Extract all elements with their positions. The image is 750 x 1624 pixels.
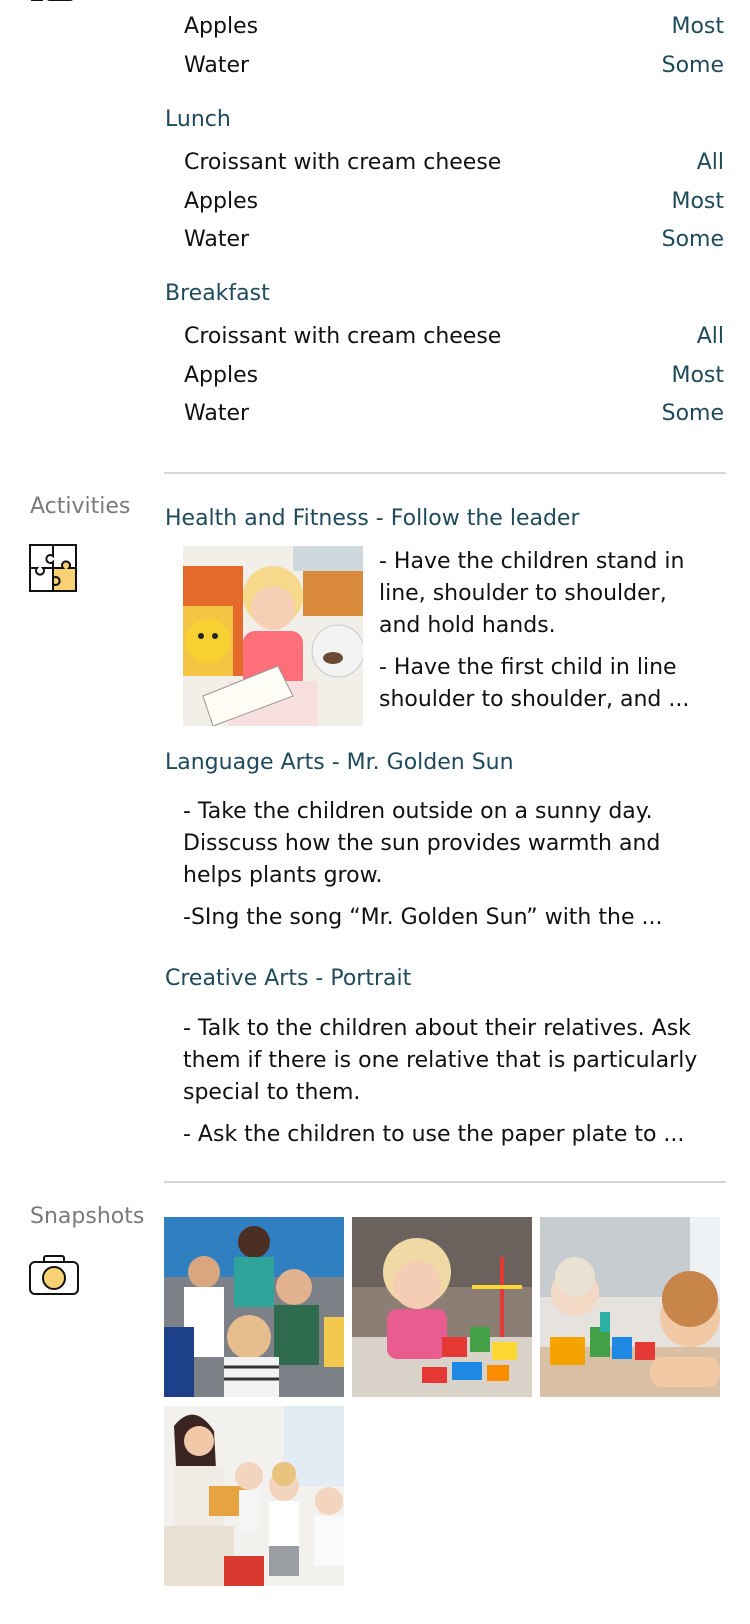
puzzle-icon	[29, 544, 77, 592]
child-reading-photo[interactable]	[183, 546, 363, 726]
meal-item-amount: Most	[671, 189, 724, 214]
activity-text-line: helps plants grow.	[183, 863, 383, 888]
meal-item-amount: Some	[661, 401, 724, 426]
activities-label: Activities	[30, 494, 131, 519]
meal-item-amount: Some	[661, 227, 724, 252]
teacher-reading-photo[interactable]	[164, 1406, 344, 1586]
meal-item-amount: Most	[671, 14, 724, 39]
activity-title[interactable]: Creative Arts - Portrait	[165, 966, 411, 991]
meal-item-name: Croissant with cream cheese	[184, 150, 502, 175]
meal-heading-breakfast: Breakfast	[165, 281, 270, 306]
activity-text-line: -SIng the song “Mr. Golden Sun” with the…	[183, 905, 663, 930]
meal-item-name: Apples	[184, 189, 259, 214]
activity-title[interactable]: Language Arts - Mr. Golden Sun	[165, 750, 514, 775]
meal-item-name: Apples	[184, 14, 259, 39]
meal-item-name: Water	[184, 227, 250, 252]
children-group-photo[interactable]	[164, 1217, 344, 1397]
section-divider	[164, 472, 726, 474]
meal-item-name: Water	[184, 401, 250, 426]
activity-text-line: - Take the children outside on a sunny d…	[183, 799, 653, 824]
meal-item-amount: All	[696, 150, 724, 175]
activity-text-line: - Ask the children to use the paper plat…	[183, 1122, 685, 1147]
meal-item-name: Water	[184, 53, 250, 78]
activity-text-line: special to them.	[183, 1080, 361, 1105]
meal-item-amount: All	[696, 324, 724, 349]
child-lego-photo[interactable]	[352, 1217, 532, 1397]
camera-icon	[29, 1255, 79, 1295]
activity-text-line: them if there is one relative that is pa…	[183, 1048, 698, 1073]
meal-item-name: Apples	[184, 363, 259, 388]
meal-heading-lunch: Lunch	[165, 107, 231, 132]
meal-item-name: Croissant with cream cheese	[184, 324, 502, 349]
activity-text-line: - Talk to the children about their relat…	[183, 1016, 691, 1041]
children-playing-blocks-photo[interactable]	[540, 1217, 720, 1397]
activity-title[interactable]: Health and Fitness - Follow the leader	[165, 506, 580, 531]
snapshots-label: Snapshots	[30, 1204, 145, 1229]
section-divider	[164, 1181, 726, 1183]
activity-text-line: and hold hands.	[379, 613, 556, 638]
activity-text-line: shoulder to shoulder, and ...	[379, 687, 690, 712]
meal-item-amount: Some	[661, 53, 724, 78]
activity-text-line: Disscuss how the sun provides warmth and	[183, 831, 661, 856]
meals-icon	[30, 0, 78, 16]
activity-text-line: - Have the children stand in	[379, 549, 685, 574]
activity-text-line: line, shoulder to shoulder,	[379, 581, 667, 606]
activity-text-line: - Have the first child in line	[379, 655, 677, 680]
meal-item-amount: Most	[671, 363, 724, 388]
